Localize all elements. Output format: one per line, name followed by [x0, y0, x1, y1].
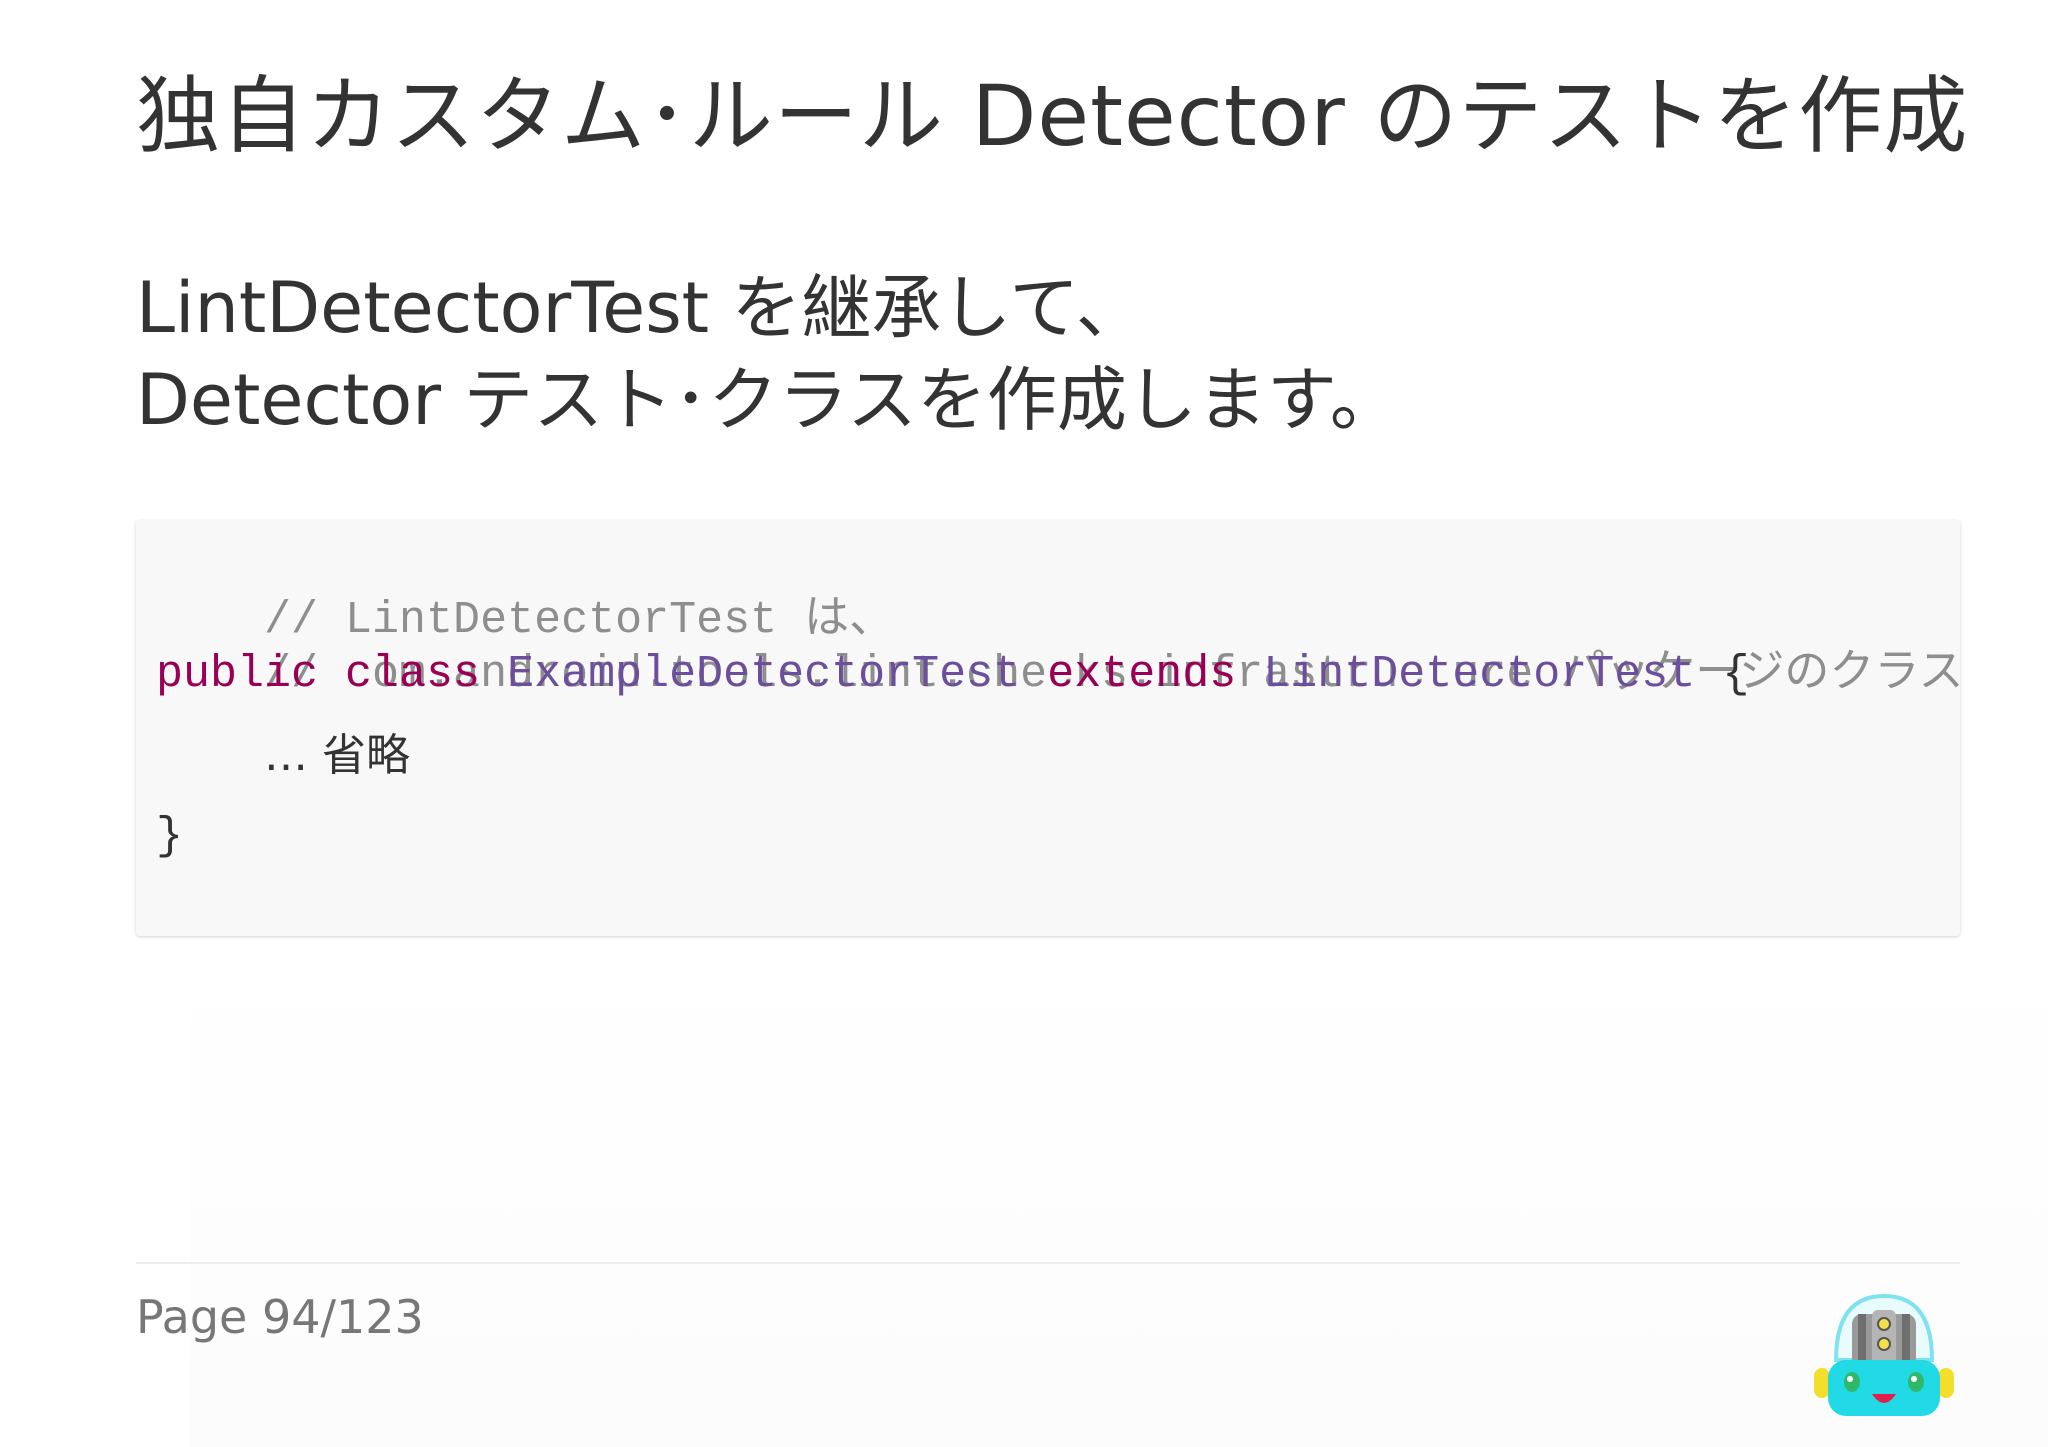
robot-mascot-icon [1808, 1290, 1960, 1420]
footer-divider [136, 1262, 1960, 1264]
code-line-omitted: … 省略 [156, 702, 1960, 810]
code-line-close: } [156, 810, 1960, 864]
slide-title: 独自カスタム･ルール Detector のテストを作成 [136, 67, 1969, 165]
keyword-extends: extends [1047, 649, 1237, 700]
lead-text: LintDetectorTest を継承して、 Detector テスト･クラス… [136, 262, 1400, 446]
page-number: Page 94/123 [136, 1290, 424, 1344]
background-fade [190, 940, 2048, 1447]
close-brace: } [156, 811, 184, 862]
class-name: ExampleDetectorTest [507, 649, 1021, 700]
open-brace: { [1722, 649, 1750, 700]
keyword-public: public [156, 649, 319, 700]
keyword-class: class [345, 649, 481, 700]
parent-class-name: LintDetectorTest [1263, 649, 1696, 700]
code-comment: // LintDetectorTest は、 [264, 595, 895, 646]
code-line-class-declaration: public class ExampleDetectorTest extends… [156, 648, 1960, 702]
omitted-note: … 省略 [264, 730, 411, 781]
code-block: // LintDetectorTest は、 // com.android.to… [136, 520, 1963, 936]
lead-line-2: Detector テスト･クラスを作成します。 [136, 359, 1400, 441]
code-line-comment-1: // LintDetectorTest は、 [156, 540, 1960, 646]
lead-line-1: LintDetectorTest を継承して、 [136, 267, 1146, 349]
